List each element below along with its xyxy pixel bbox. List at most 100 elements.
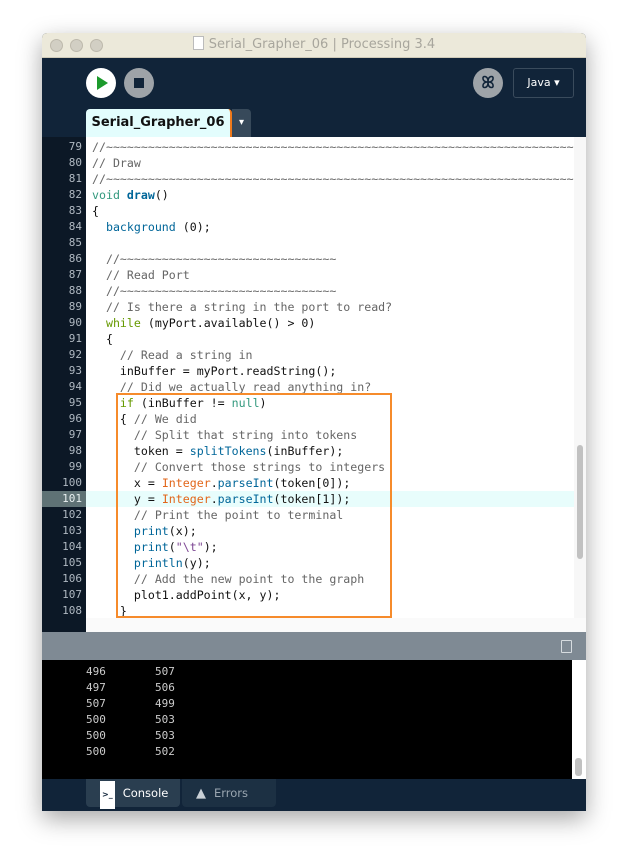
console-y-value: 507	[155, 665, 175, 678]
line-number: 93	[68, 364, 82, 377]
code-token: void	[92, 188, 127, 202]
warning-icon: ▲	[196, 786, 206, 801]
line-number: 94	[68, 380, 82, 393]
console-y-value: 503	[155, 713, 175, 726]
line-number: 89	[68, 300, 82, 313]
run-button[interactable]	[86, 68, 116, 98]
console-scrollbar[interactable]	[572, 660, 586, 779]
code-token: //~~~~~~~~~~~~~~~~~~~~~~~~~~~~~~~	[92, 284, 337, 298]
close-window-button[interactable]	[50, 39, 63, 52]
line-number: 84	[68, 220, 82, 233]
debugger-icon: ꕤ	[481, 73, 495, 92]
code-token: {	[92, 204, 99, 218]
console-y-value: 502	[155, 745, 175, 758]
line-number: 106	[62, 572, 82, 585]
code-line[interactable]: // Is there a string in the port to read…	[86, 299, 574, 315]
code-token: // Is there a string in the port to read…	[92, 300, 393, 314]
code-token: ()	[154, 188, 169, 202]
line-number: 82	[68, 188, 82, 201]
stop-button[interactable]	[124, 68, 154, 98]
line-number: 107	[62, 588, 82, 601]
code-token: // Read a string in	[92, 348, 253, 362]
console-output: 5025064965074975065074995005035005035005…	[42, 660, 572, 779]
console-y-value: 503	[155, 729, 175, 742]
line-number: 99	[68, 460, 82, 473]
line-number: 83	[68, 204, 82, 217]
code-token: // Draw	[92, 156, 141, 170]
editor-scrollbar[interactable]	[574, 137, 586, 618]
code-line[interactable]: {	[86, 203, 574, 219]
line-number: 100	[62, 476, 82, 489]
console-x-value: 500	[86, 745, 106, 758]
minimize-window-button[interactable]	[70, 39, 83, 52]
line-number: 88	[68, 284, 82, 297]
code-line[interactable]: // Draw	[86, 155, 574, 171]
document-icon	[192, 36, 204, 50]
console-line: 500 502	[86, 744, 224, 760]
line-number: 80	[68, 156, 82, 169]
code-token: // Did we actually read anything in?	[92, 380, 372, 394]
code-line[interactable]: //~~~~~~~~~~~~~~~~~~~~~~~~~~~~~~~~~~~~~~…	[86, 171, 574, 187]
editor-horizontal-scrollbar[interactable]	[86, 618, 586, 632]
errors-tab-label: Errors	[214, 786, 249, 800]
line-number: 104	[62, 540, 82, 553]
tab-serial-grapher-06[interactable]: Serial_Grapher_06	[86, 109, 232, 137]
code-token: (myPort.available() > 0)	[140, 316, 316, 330]
editor-scroll-thumb[interactable]	[577, 445, 583, 559]
code-line[interactable]: void draw()	[86, 187, 574, 203]
processing-window: Serial_Grapher_06 | Processing 3.4 ꕤ Jav…	[42, 33, 586, 811]
debugger-button[interactable]: ꕤ	[473, 68, 503, 98]
code-line[interactable]: background (0);	[86, 219, 574, 235]
code-line[interactable]: while (myPort.available() > 0)	[86, 315, 574, 331]
code-token: //~~~~~~~~~~~~~~~~~~~~~~~~~~~~~~~~~~~~~~…	[92, 140, 574, 154]
code-token: //~~~~~~~~~~~~~~~~~~~~~~~~~~~~~~~~~~~~~~…	[92, 172, 574, 186]
code-token: //~~~~~~~~~~~~~~~~~~~~~~~~~~~~~~~	[92, 252, 337, 266]
line-number-gutter: 79 80 81 82 83 84 85 86 87 88 89 90 91 92 93 94 95 96 97 98…	[42, 137, 86, 632]
code-line[interactable]: // Read a string in	[86, 347, 574, 363]
console-line: 500 503	[86, 712, 224, 728]
console-line: 496 507	[86, 664, 224, 680]
code-token: (0);	[175, 220, 211, 234]
title-bar: Serial_Grapher_06 | Processing 3.4	[42, 33, 586, 58]
code-line[interactable]: {	[86, 331, 574, 347]
line-number: 87	[68, 268, 82, 281]
line-number: 101	[42, 491, 86, 507]
footer-bar: >_ Console ▲ Errors	[42, 779, 586, 811]
zoom-window-button[interactable]	[90, 39, 103, 52]
code-token: {	[92, 332, 113, 346]
code-token: inBuffer = myPort.readString();	[92, 364, 337, 378]
code-token: while	[105, 316, 141, 330]
code-editor[interactable]: 79 80 81 82 83 84 85 86 87 88 89 90 91 92 93 94 95 96 97 98…	[42, 137, 586, 632]
console-line: 500 503	[86, 728, 224, 744]
code-line[interactable]: // Read Port	[86, 267, 574, 283]
window-title: Serial_Grapher_06 | Processing 3.4	[208, 37, 436, 52]
line-number: 96	[68, 412, 82, 425]
code-token: // Read Port	[92, 268, 190, 282]
mode-selector[interactable]: Java ▾	[513, 68, 574, 98]
line-number: 103	[62, 524, 82, 537]
code-line[interactable]	[86, 235, 574, 251]
line-number: 85	[68, 236, 82, 249]
console-x-value: 497	[86, 681, 106, 694]
console-tab[interactable]: >_ Console	[86, 779, 180, 809]
console-x-value: 500	[86, 729, 106, 742]
console-x-value: 507	[86, 697, 106, 710]
console-scroll-thumb[interactable]	[575, 758, 582, 776]
copy-icon[interactable]	[561, 640, 572, 653]
line-number: 98	[68, 444, 82, 457]
console-y-value: 499	[155, 697, 175, 710]
code-line[interactable]: //~~~~~~~~~~~~~~~~~~~~~~~~~~~~~~~	[86, 283, 574, 299]
line-number: 81	[68, 172, 82, 185]
code-line[interactable]: inBuffer = myPort.readString();	[86, 363, 574, 379]
console-tab-label: Console	[122, 786, 169, 800]
code-token: background	[105, 220, 176, 234]
console-y-value: 506	[155, 681, 175, 694]
console-icon: >_	[100, 781, 115, 809]
code-line[interactable]: //~~~~~~~~~~~~~~~~~~~~~~~~~~~~~~~	[86, 251, 574, 267]
console-header	[42, 632, 586, 660]
errors-tab[interactable]: ▲ Errors	[182, 779, 276, 807]
code-line[interactable]: //~~~~~~~~~~~~~~~~~~~~~~~~~~~~~~~~~~~~~~…	[86, 139, 574, 155]
tab-menu-button[interactable]: ▾	[232, 109, 251, 137]
